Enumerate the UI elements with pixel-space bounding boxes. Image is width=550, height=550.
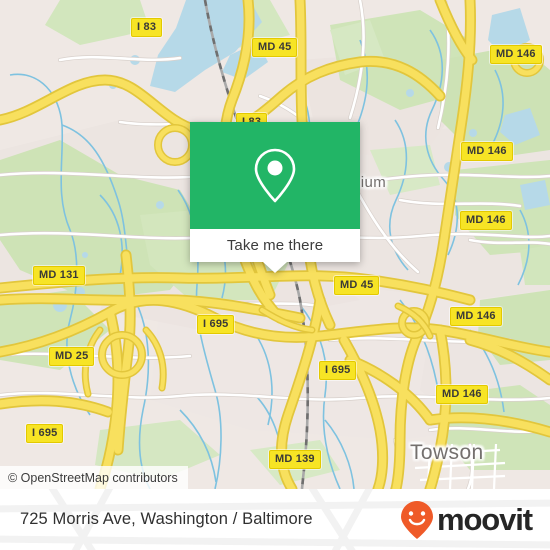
route-shield-i695-c: I 695 (319, 361, 357, 380)
location-popup-card[interactable]: Take me there (190, 122, 360, 273)
route-shield-md139: MD 139 (269, 450, 321, 469)
location-pin-icon (254, 148, 296, 202)
take-me-there-label: Take me there (226, 237, 324, 254)
route-shield-md146-c2: MD 146 (460, 211, 512, 230)
route-shield-md146-c1: MD 146 (461, 142, 513, 161)
popup-header (190, 122, 360, 229)
popup-tail (263, 262, 287, 273)
footer-bar: 725 Morris Ave, Washington / Baltimore m… (0, 489, 550, 550)
moovit-logo[interactable]: moovit (400, 500, 533, 540)
route-shield-md25: MD 25 (49, 347, 95, 366)
route-shield-md131: MD 131 (33, 266, 85, 285)
route-shield-i695-w: I 695 (197, 315, 235, 334)
map-attribution[interactable]: © OpenStreetMap contributors (0, 466, 188, 489)
route-shield-md146-s2: MD 146 (436, 385, 488, 404)
footer-address: 725 Morris Ave, Washington / Baltimore (20, 510, 313, 528)
moovit-wordmark: moovit (436, 502, 533, 537)
attribution-text: © OpenStreetMap contributors (8, 470, 178, 485)
route-shield-i695-sw: I 695 (26, 424, 64, 443)
route-shield-md45-n: MD 45 (252, 38, 298, 57)
route-shield-md45-s: MD 45 (334, 276, 380, 295)
route-shield-md146-n: MD 146 (490, 45, 542, 64)
map-canvas[interactable]: nium Towson I 83 MD 45 MD 146 I 83 MD 14… (0, 0, 550, 489)
moovit-pin-icon (400, 500, 433, 539)
route-shield-i83-nw: I 83 (131, 18, 163, 37)
take-me-there-button[interactable]: Take me there (190, 229, 360, 262)
route-shield-md146-s1: MD 146 (450, 307, 502, 326)
map-screenshot-root: nium Towson I 83 MD 45 MD 146 I 83 MD 14… (0, 0, 550, 550)
